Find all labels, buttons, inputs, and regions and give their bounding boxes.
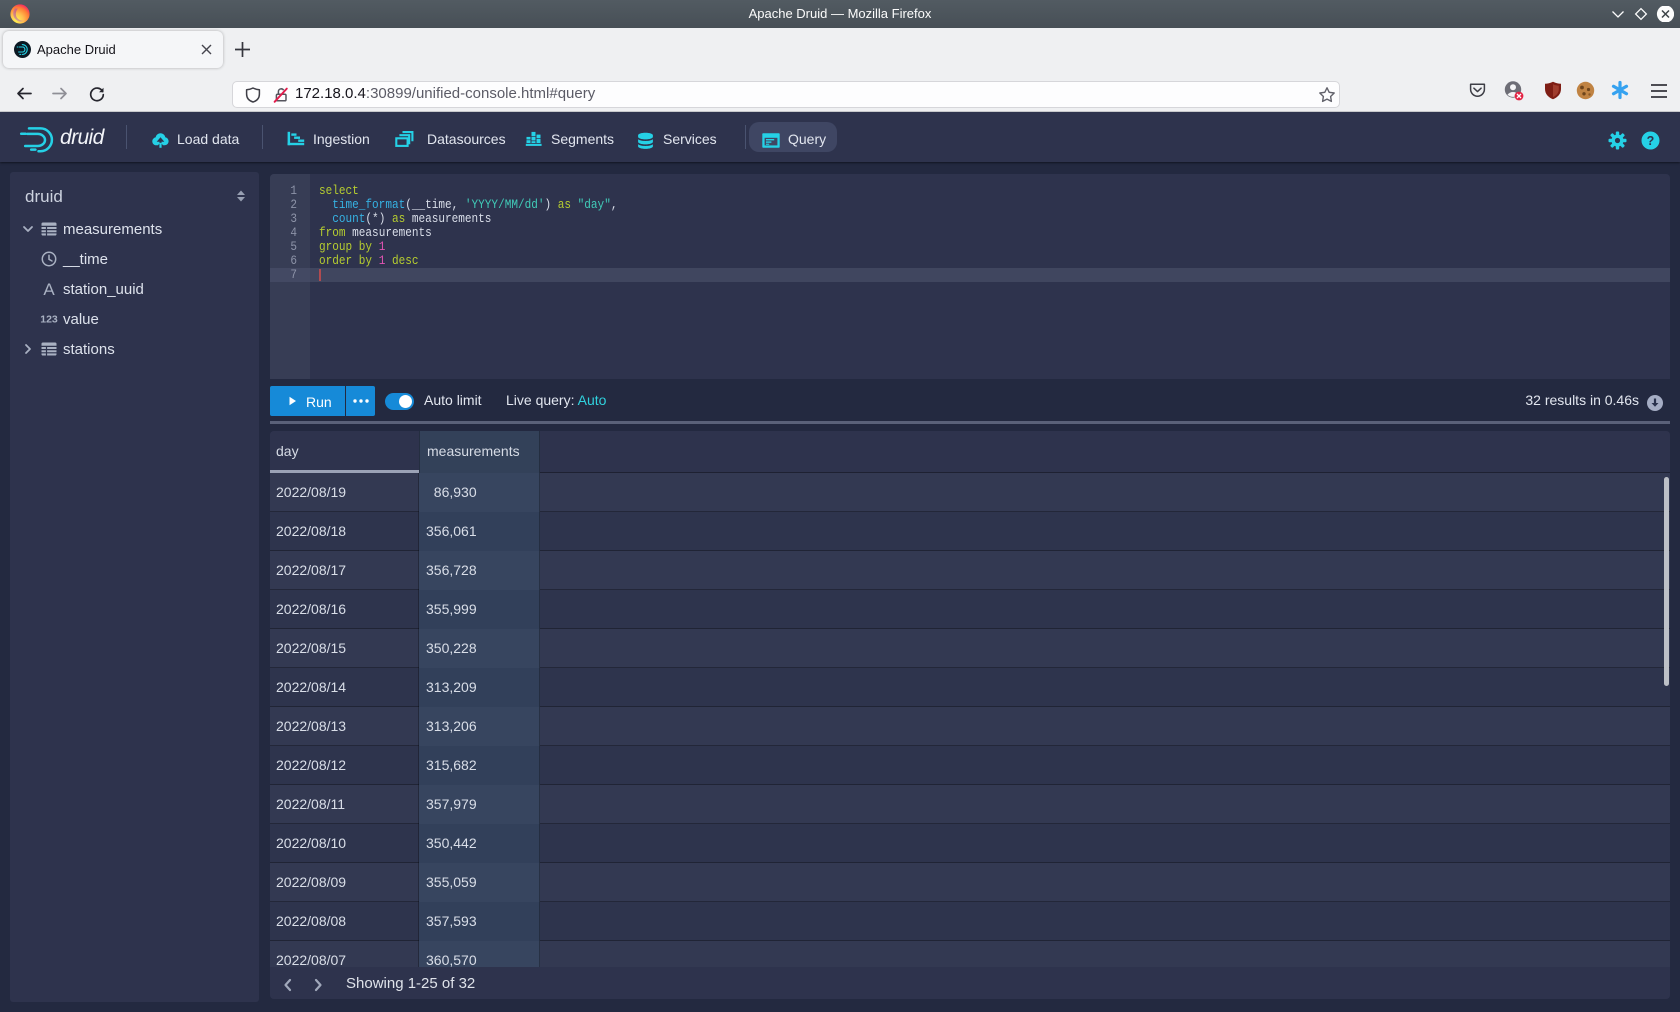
svg-text:?: ? [1647,134,1655,148]
svg-text:123: 123 [40,314,58,326]
svg-text:A: A [43,281,55,297]
